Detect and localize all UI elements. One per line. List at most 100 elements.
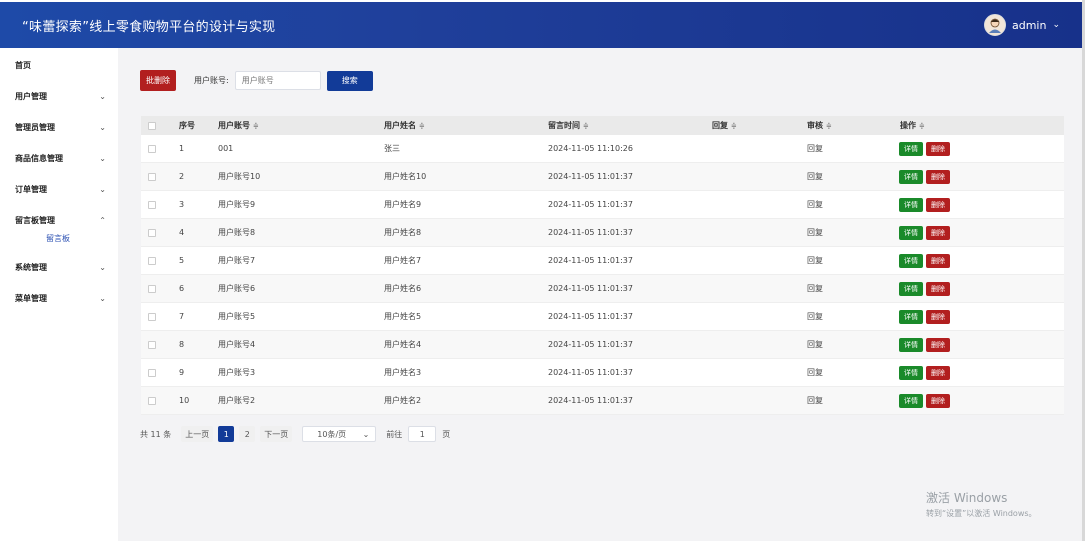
- app-title: “味蕾探索”线上零食购物平台的设计与实现: [22, 19, 276, 35]
- row-checkbox[interactable]: [148, 284, 156, 293]
- chevron-down-icon: ⌄: [99, 263, 106, 272]
- cell-audit: 回复: [807, 340, 823, 349]
- cell-index: 8: [179, 340, 185, 349]
- detail-button[interactable]: 详情: [899, 169, 923, 184]
- select-all-checkbox[interactable]: [148, 121, 156, 130]
- row-checkbox[interactable]: [148, 340, 156, 349]
- page-button-2[interactable]: 2: [239, 426, 256, 442]
- detail-button[interactable]: 详情: [899, 281, 923, 296]
- table-row: 3 用户账号9 用户姓名9 2024-11-05 11:01:37 回复 详情 删除: [141, 191, 1064, 219]
- row-actions: 详情 删除: [899, 309, 950, 324]
- prev-page-button[interactable]: 上一页: [181, 426, 214, 442]
- cell-time: 2024-11-05 11:01:37: [548, 312, 633, 321]
- detail-button[interactable]: 详情: [899, 393, 923, 408]
- sidebar-item-system[interactable]: 系统管理 ⌄: [0, 252, 118, 283]
- next-page-button[interactable]: 下一页: [260, 426, 293, 442]
- header-audit[interactable]: 审核 ≑: [807, 120, 832, 131]
- header-ops[interactable]: 操作 ≑: [900, 120, 925, 131]
- detail-button[interactable]: 详情: [899, 253, 923, 268]
- cell-name: 用户姓名6: [384, 284, 422, 293]
- toolbar: 批删除 用户账号: 搜索: [140, 70, 373, 91]
- delete-button[interactable]: 删除: [926, 197, 950, 212]
- row-actions: 详情 删除: [899, 141, 950, 156]
- sidebar-item-label: 商品信息管理: [15, 154, 63, 163]
- delete-button[interactable]: 删除: [926, 141, 950, 156]
- table-row: 4 用户账号8 用户姓名8 2024-11-05 11:01:37 回复 详情 删除: [141, 219, 1064, 247]
- delete-button[interactable]: 删除: [926, 337, 950, 352]
- detail-button[interactable]: 详情: [899, 309, 923, 324]
- row-checkbox[interactable]: [148, 312, 156, 321]
- header-label: 回复: [712, 121, 728, 130]
- user-avatar-icon: [988, 18, 1001, 33]
- sidebar-item-menus[interactable]: 菜单管理 ⌄: [0, 283, 118, 314]
- cell-index: 1: [179, 144, 185, 153]
- row-actions: 详情 删除: [899, 197, 950, 212]
- chevron-down-icon[interactable]: ⌄: [1052, 20, 1060, 30]
- page-size-select[interactable]: 10条/页 ⌄: [302, 426, 377, 442]
- detail-button[interactable]: 详情: [899, 225, 923, 240]
- sidebar-item-orders[interactable]: 订单管理 ⌄: [0, 174, 118, 205]
- sort-icon[interactable]: ≑: [826, 122, 832, 130]
- sort-icon[interactable]: ≑: [419, 122, 425, 130]
- user-menu[interactable]: admin ⌄: [983, 14, 1060, 36]
- detail-button[interactable]: 详情: [899, 365, 923, 380]
- sort-icon[interactable]: ≑: [731, 122, 737, 130]
- header-account[interactable]: 用户账号 ≑: [218, 120, 259, 131]
- row-checkbox[interactable]: [148, 228, 156, 237]
- pagination: 共 11 条 上一页 1 2 下一页 10条/页 ⌄ 前往 1 页: [140, 426, 450, 442]
- sort-icon[interactable]: ≑: [919, 122, 925, 130]
- sidebar-item-label: 用户管理: [15, 92, 47, 101]
- sidebar-item-products[interactable]: 商品信息管理 ⌄: [0, 143, 118, 174]
- delete-button[interactable]: 删除: [926, 393, 950, 408]
- header-name[interactable]: 用户姓名 ≑: [384, 120, 425, 131]
- detail-button[interactable]: 详情: [899, 197, 923, 212]
- message-table: 序号 用户账号 ≑ 用户姓名 ≑ 留言时间 ≑ 回复 ≑ 审核 ≑ 操作 ≑ 1 001 张三 2…: [141, 116, 1064, 415]
- sidebar-item-admins[interactable]: 管理员管理 ⌄: [0, 112, 118, 143]
- detail-button[interactable]: 详情: [899, 337, 923, 352]
- row-checkbox[interactable]: [148, 172, 156, 181]
- cell-name: 用户姓名10: [384, 172, 427, 181]
- header-reply[interactable]: 回复 ≑: [712, 120, 737, 131]
- username[interactable]: admin: [1012, 19, 1046, 32]
- total-count: 共 11 条: [140, 429, 172, 439]
- top-header: “味蕾探索”线上零食购物平台的设计与实现 admin ⌄: [0, 2, 1082, 48]
- cell-name: 用户姓名9: [384, 200, 422, 209]
- row-checkbox[interactable]: [148, 200, 156, 209]
- delete-button[interactable]: 删除: [926, 253, 950, 268]
- row-checkbox[interactable]: [148, 396, 156, 405]
- delete-button[interactable]: 删除: [926, 169, 950, 184]
- cell-name: 用户姓名4: [384, 340, 422, 349]
- header-label: 用户账号: [218, 121, 250, 130]
- search-button[interactable]: 搜索: [326, 70, 373, 91]
- sidebar-item-messages[interactable]: 留言板管理 ⌃: [0, 205, 118, 236]
- cell-audit: 回复: [807, 256, 823, 265]
- sort-icon[interactable]: ≑: [253, 122, 259, 130]
- row-checkbox[interactable]: [148, 368, 156, 377]
- delete-button[interactable]: 删除: [926, 365, 950, 380]
- delete-button[interactable]: 删除: [926, 309, 950, 324]
- sort-icon[interactable]: ≑: [583, 122, 589, 130]
- goto-page-input[interactable]: 1: [408, 426, 437, 442]
- cell-index: 10: [179, 396, 190, 405]
- row-checkbox[interactable]: [148, 256, 156, 265]
- search-input[interactable]: [234, 71, 321, 90]
- chevron-down-icon: ⌄: [99, 185, 106, 194]
- cell-name: 张三: [384, 144, 400, 153]
- cell-index: 4: [179, 228, 185, 237]
- sidebar-item-users[interactable]: 用户管理 ⌄: [0, 81, 118, 112]
- detail-button[interactable]: 详情: [899, 141, 923, 156]
- chevron-down-icon: ⌄: [99, 294, 106, 303]
- cell-time: 2024-11-05 11:01:37: [548, 340, 633, 349]
- sidebar-item-label: 留言板管理: [15, 216, 55, 225]
- sidebar-item-home[interactable]: 首页: [0, 50, 118, 81]
- avatar[interactable]: [983, 14, 1006, 36]
- cell-audit: 回复: [807, 172, 823, 181]
- row-actions: 详情 删除: [899, 393, 950, 408]
- row-checkbox[interactable]: [148, 144, 156, 153]
- delete-button[interactable]: 删除: [926, 281, 950, 296]
- batch-delete-button[interactable]: 批删除: [140, 70, 176, 91]
- delete-button[interactable]: 删除: [926, 225, 950, 240]
- chevron-down-icon: ⌄: [99, 92, 106, 101]
- page-button-1[interactable]: 1: [218, 426, 235, 442]
- header-time[interactable]: 留言时间 ≑: [548, 120, 589, 131]
